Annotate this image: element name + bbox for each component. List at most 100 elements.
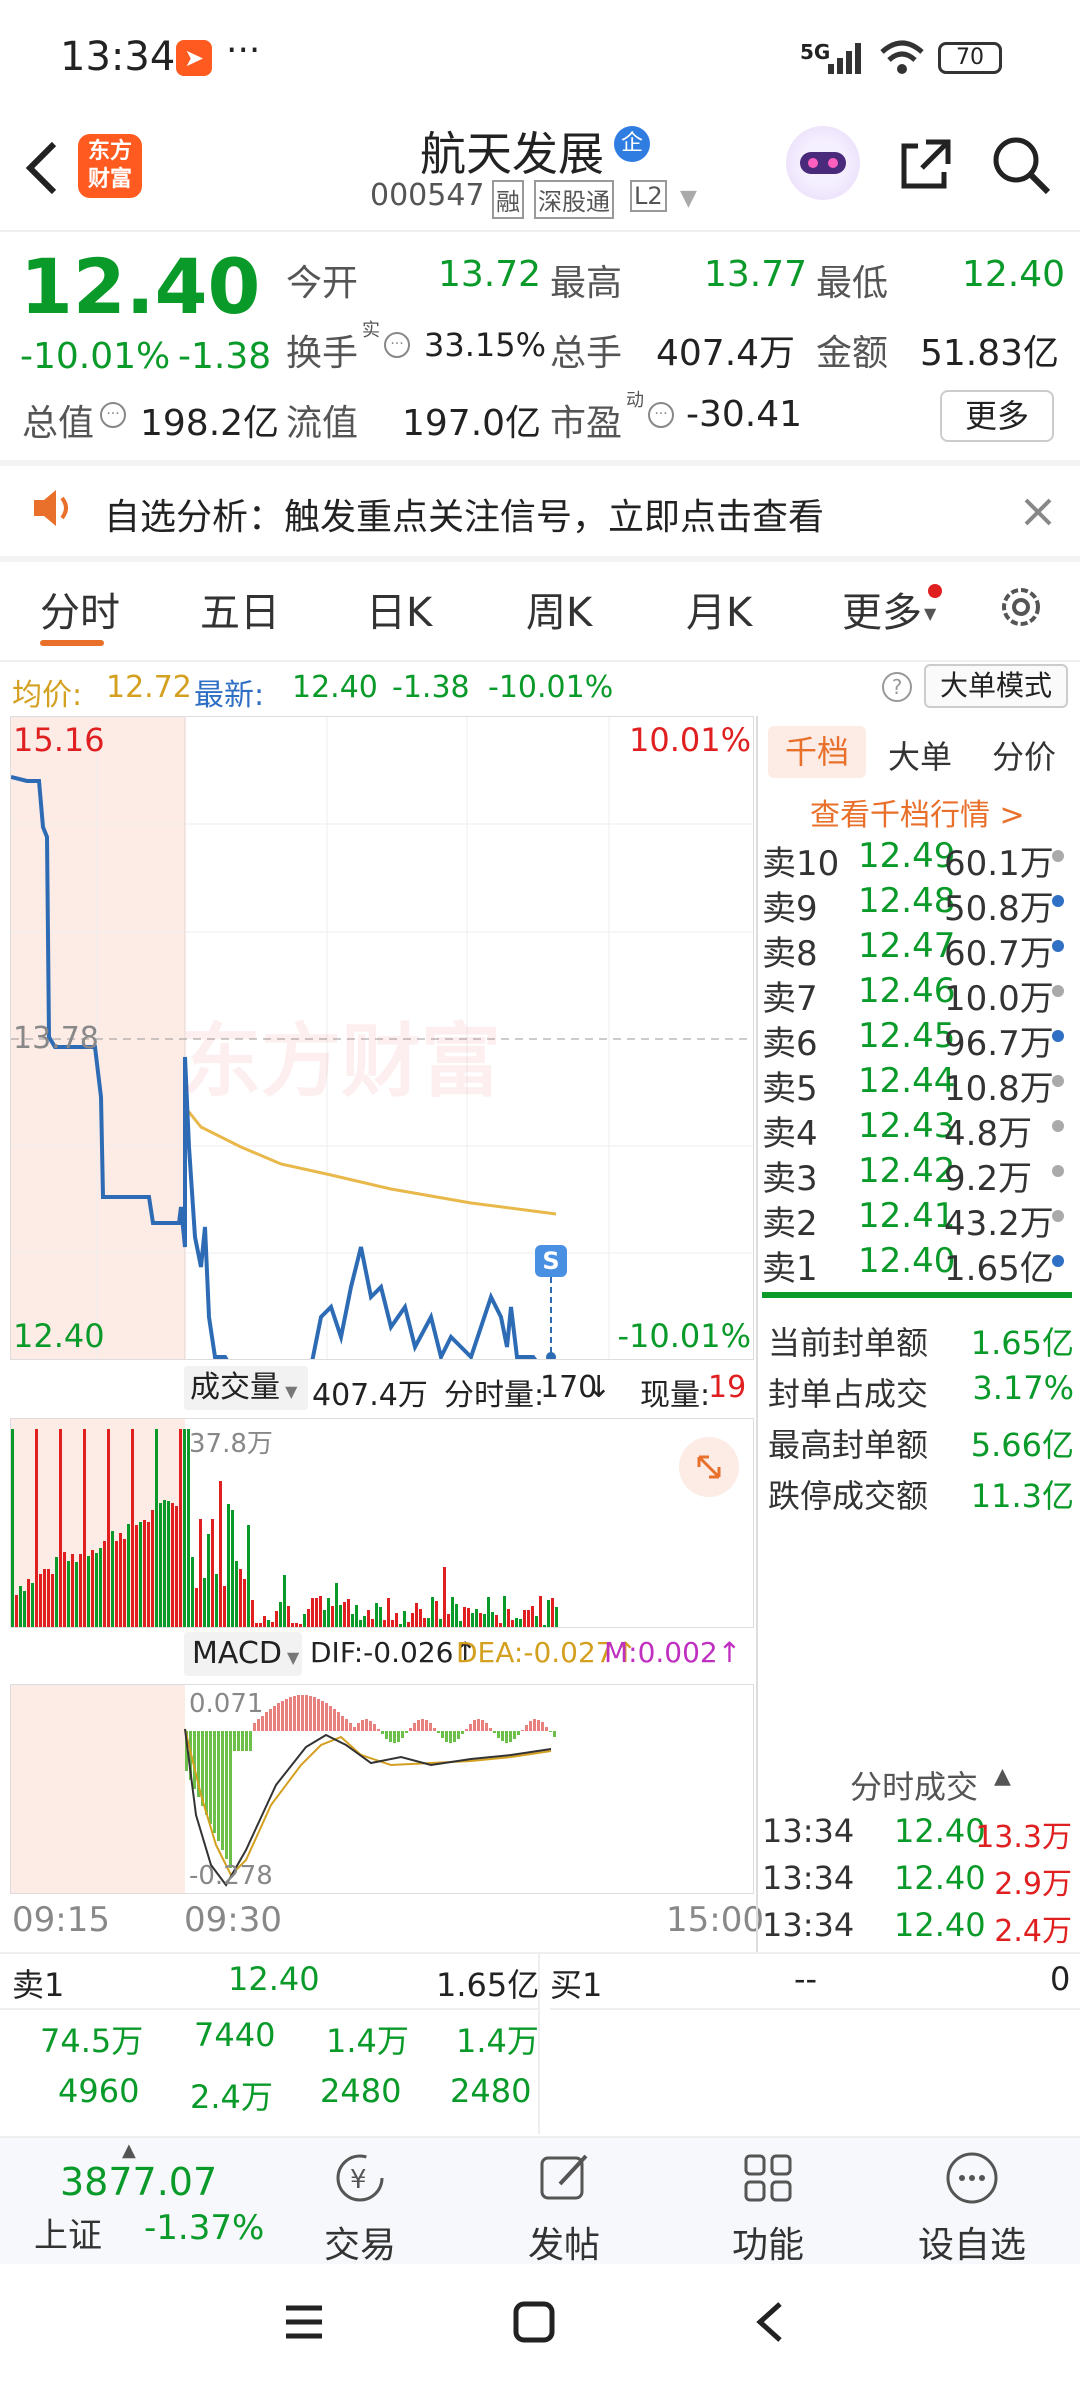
volume-bar bbox=[203, 1578, 206, 1627]
dropdown-icon: ▼ bbox=[924, 604, 937, 623]
help-icon[interactable]: ? bbox=[882, 672, 912, 702]
order-book-row[interactable]: 卖9 12.48 50.8万 bbox=[762, 881, 1072, 929]
order-dot-icon bbox=[1052, 940, 1064, 952]
back-icon[interactable] bbox=[752, 2300, 788, 2344]
order-level-label: 卖3 bbox=[762, 1159, 818, 1199]
robot-avatar-icon[interactable] bbox=[786, 126, 860, 200]
search-icon[interactable] bbox=[990, 134, 1054, 198]
order-dot-icon bbox=[1052, 1030, 1064, 1042]
volume-bar bbox=[343, 1601, 346, 1627]
code-dropdown-icon[interactable]: ▼ bbox=[680, 186, 697, 211]
nav-post[interactable]: 发帖 bbox=[484, 2150, 644, 2268]
avg-price-value: 12.72 bbox=[106, 670, 192, 705]
s-signal-marker[interactable]: S bbox=[535, 1245, 567, 1277]
order-book-row[interactable]: 卖3 12.42 9.2万 bbox=[762, 1151, 1072, 1199]
macd-chart[interactable]: 0.071 -0.278 bbox=[10, 1684, 754, 1894]
volume-bar bbox=[419, 1608, 422, 1627]
volume-bar bbox=[283, 1574, 286, 1627]
volume-bar bbox=[403, 1611, 406, 1627]
back-arrow-icon[interactable] bbox=[22, 138, 62, 198]
order-book-row[interactable]: 卖2 12.41 43.2万 bbox=[762, 1196, 1072, 1244]
nav-add-watchlist[interactable]: 设自选 bbox=[892, 2150, 1052, 2268]
order-book-row[interactable]: 卖8 12.47 60.7万 bbox=[762, 926, 1072, 974]
queue-order: 2480 bbox=[320, 2072, 402, 2110]
volume-bar bbox=[119, 1532, 122, 1627]
volume-bar bbox=[211, 1518, 214, 1627]
tab-five-day[interactable]: 五日 bbox=[200, 580, 280, 638]
volume-bar bbox=[55, 1556, 58, 1627]
menu-icon[interactable] bbox=[282, 2302, 326, 2342]
volume-bar bbox=[531, 1606, 534, 1627]
trade-price: 12.40 bbox=[894, 1906, 986, 1944]
share-icon[interactable] bbox=[896, 134, 956, 194]
index-value[interactable]: 3877.07 bbox=[60, 2160, 217, 2204]
volume-bar bbox=[547, 1599, 550, 1627]
queue-sell-label: 卖1 bbox=[12, 1966, 65, 2004]
active-tab-indicator bbox=[40, 640, 104, 646]
notice-text[interactable]: 自选分析：触发重点关注信号，立即点击查看 bbox=[104, 488, 824, 540]
tab-monthly-k[interactable]: 月K bbox=[686, 580, 752, 638]
volume-bar bbox=[351, 1613, 354, 1627]
status-time: 13:34 bbox=[60, 34, 176, 80]
nav-post-label: 发帖 bbox=[527, 2225, 600, 2266]
tab-weekly-k[interactable]: 周K bbox=[526, 580, 592, 638]
collapse-up-icon[interactable]: ▲ bbox=[994, 1764, 1011, 1789]
order-book-row[interactable]: 卖6 12.45 96.7万 bbox=[762, 1016, 1072, 1064]
volume-bar bbox=[431, 1596, 434, 1627]
side-tab-price-distribution[interactable]: 分价 bbox=[992, 732, 1056, 778]
trade-icon: ¥ bbox=[336, 2154, 384, 2202]
big-order-mode-button[interactable]: 大单模式 bbox=[924, 664, 1068, 708]
tab-more[interactable]: 更多 bbox=[842, 580, 922, 638]
info-icon[interactable]: ··· bbox=[100, 402, 126, 428]
volume-bar bbox=[135, 1524, 138, 1627]
order-level-label: 卖7 bbox=[762, 979, 818, 1019]
volume-chart[interactable]: 37.8万 bbox=[10, 1418, 754, 1628]
order-dot-icon bbox=[1052, 1210, 1064, 1222]
info-icon[interactable]: ··· bbox=[384, 332, 410, 358]
info-icon[interactable]: ··· bbox=[648, 402, 674, 428]
queue-buy-price: -- bbox=[794, 1960, 818, 1998]
index-name[interactable]: 上证 bbox=[34, 2208, 102, 2257]
tab-intraday[interactable]: 分时 bbox=[40, 580, 120, 638]
volume-bar bbox=[275, 1610, 278, 1627]
volume-bar bbox=[83, 1429, 86, 1627]
expand-icon[interactable] bbox=[679, 1437, 739, 1497]
volume-bar bbox=[151, 1510, 154, 1627]
volume-bar bbox=[167, 1501, 170, 1627]
order-book-row[interactable]: 卖5 12.44 10.8万 bbox=[762, 1061, 1072, 1109]
volume-bar bbox=[439, 1618, 442, 1627]
view-thousand-link[interactable]: 查看千档行情 > bbox=[810, 790, 1025, 834]
volume-indicator-select[interactable]: 成交量 ▼ bbox=[184, 1366, 308, 1410]
nav-functions[interactable]: 功能 bbox=[688, 2150, 848, 2268]
home-icon[interactable] bbox=[512, 2300, 556, 2344]
volume-bar bbox=[143, 1520, 146, 1627]
trades-title[interactable]: 分时成交 bbox=[850, 1762, 978, 1808]
volume-select-label: 成交量 bbox=[190, 1370, 280, 1405]
order-book-row[interactable]: 卖10 12.49 60.1万 bbox=[762, 836, 1072, 884]
notification-dot bbox=[928, 584, 942, 598]
order-volume: 60.1万 bbox=[944, 844, 1054, 884]
intraday-price-chart[interactable]: 东方财富 15.16 13.78 12.40 10.01% -10.01% S bbox=[10, 716, 754, 1360]
close-icon[interactable] bbox=[1022, 496, 1054, 528]
settings-gear-icon[interactable] bbox=[996, 582, 1046, 632]
order-book-row[interactable]: 卖4 12.43 4.8万 bbox=[762, 1106, 1072, 1154]
side-tab-thousand[interactable]: 千档 bbox=[768, 726, 866, 778]
volume-bar bbox=[147, 1521, 150, 1627]
now-volume-value: 19 bbox=[708, 1370, 747, 1405]
volume-bar bbox=[415, 1603, 418, 1627]
trade-time: 13:34 bbox=[762, 1812, 855, 1850]
side-tab-big-order[interactable]: 大单 bbox=[888, 732, 952, 778]
volume-bar bbox=[375, 1602, 378, 1627]
nav-trade[interactable]: ¥ 交易 bbox=[280, 2150, 440, 2268]
volume-bars bbox=[11, 1419, 753, 1627]
more-button[interactable]: 更多 bbox=[940, 390, 1054, 442]
macd-indicator-select[interactable]: MACD ▼ bbox=[184, 1632, 302, 1676]
order-book-row[interactable]: 卖7 12.46 10.0万 bbox=[762, 971, 1072, 1019]
index-change[interactable]: -1.37% bbox=[144, 2208, 264, 2248]
volume-bar bbox=[395, 1612, 398, 1627]
tab-daily-k[interactable]: 日K bbox=[366, 580, 432, 638]
index-expand-icon[interactable]: ▲ bbox=[122, 2140, 136, 2161]
status-bar: 13:34 ➤ ··· 5G 70 bbox=[0, 0, 1080, 120]
order-book-row[interactable]: 卖1 12.40 1.65亿 bbox=[762, 1241, 1072, 1289]
volume-bar bbox=[39, 1574, 42, 1627]
